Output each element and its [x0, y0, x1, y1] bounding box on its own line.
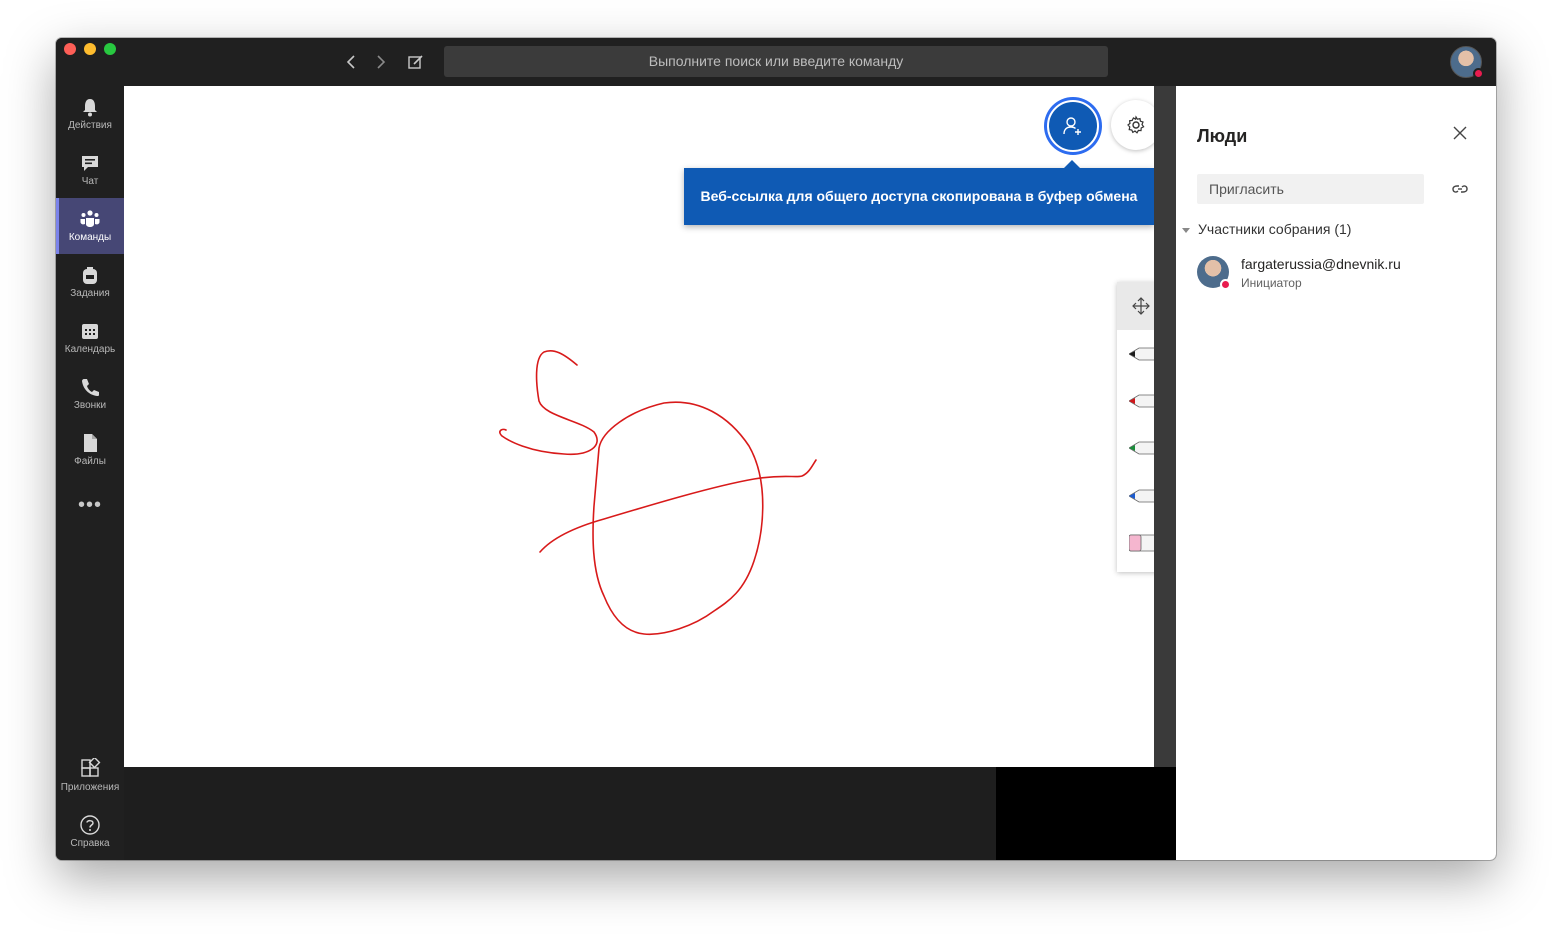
- video-preview: [996, 767, 1176, 860]
- invite-people-button[interactable]: [1047, 100, 1099, 152]
- phone-icon: [82, 379, 99, 396]
- teams-icon: [80, 210, 100, 227]
- rail-label: Действия: [68, 120, 112, 131]
- more-apps-button[interactable]: •••: [56, 494, 124, 517]
- participant-role: Инициатор: [1241, 276, 1302, 290]
- presence-busy-icon: [1220, 279, 1231, 290]
- rail-label: Приложения: [60, 782, 120, 793]
- ink-stroke-s: [499, 349, 598, 456]
- rail-item-calendar[interactable]: Календарь: [56, 310, 124, 366]
- presence-busy-icon: [1473, 68, 1484, 79]
- rail-item-assignments[interactable]: Задания: [56, 254, 124, 310]
- backpack-icon: [83, 267, 97, 284]
- rail-item-activity[interactable]: Действия: [56, 86, 124, 142]
- rail-label: Файлы: [74, 456, 106, 467]
- user-avatar[interactable]: [1450, 46, 1484, 79]
- rail-label: Задания: [70, 288, 110, 299]
- participant-avatar: [1197, 256, 1231, 290]
- rail-label: Команды: [68, 232, 112, 243]
- window-maximize-button[interactable]: [104, 43, 116, 55]
- rail-item-apps[interactable]: Приложения: [56, 748, 124, 804]
- window-close-button[interactable]: [64, 43, 76, 55]
- link-copied-toast: Веб-ссылка для общего доступа скопирован…: [684, 160, 1154, 225]
- invite-people-input[interactable]: Пригласить: [1197, 174, 1424, 204]
- title-bar: Выполните поиск или введите команду: [56, 38, 1496, 86]
- help-icon: [80, 815, 100, 835]
- meeting-bottom-bar: [124, 767, 996, 860]
- file-icon: [84, 434, 97, 452]
- rail-label: Звонки: [73, 400, 107, 411]
- people-panel: Люди Пригласить Участники собрания (1) f…: [1176, 86, 1496, 860]
- bell-icon: [83, 99, 97, 117]
- section-count: (1): [1334, 221, 1352, 237]
- compose-icon[interactable]: [406, 52, 426, 72]
- move-arrows-icon: [1132, 297, 1150, 315]
- rail-item-chat[interactable]: Чат: [56, 142, 124, 198]
- ink-stroke-line: [539, 459, 817, 553]
- teams-window: Выполните поиск или введите команду Дейс…: [56, 38, 1496, 860]
- search-input[interactable]: Выполните поиск или введите команду: [444, 46, 1108, 77]
- section-label: Участники собрания: [1198, 221, 1331, 237]
- back-arrow-icon[interactable]: [342, 52, 362, 72]
- participant-item[interactable]: fargaterussia@dnevnik.ru Инициатор: [1197, 256, 1487, 296]
- add-person-icon: [1063, 117, 1081, 135]
- rail-label: Справка: [70, 838, 110, 849]
- close-icon[interactable]: [1450, 124, 1470, 144]
- rail-item-help[interactable]: Справка: [56, 804, 124, 860]
- participants-section-toggle[interactable]: Участники собрания (1): [1182, 221, 1351, 237]
- app-rail: Действия Чат Команды Задания Календарь З…: [56, 86, 124, 860]
- forward-arrow-icon[interactable]: [370, 52, 390, 72]
- calendar-icon: [82, 324, 98, 339]
- canvas-scrollbar[interactable]: [1154, 86, 1176, 767]
- gear-icon: [1127, 115, 1145, 134]
- rail-item-calls[interactable]: Звонки: [56, 366, 124, 422]
- rail-label: Чат: [81, 176, 99, 187]
- panel-title: Люди: [1197, 126, 1248, 146]
- participant-name: fargaterussia@dnevnik.ru: [1241, 256, 1401, 272]
- apps-icon: [81, 758, 101, 777]
- chevron-down-icon: [1182, 227, 1190, 233]
- window-minimize-button[interactable]: [84, 43, 96, 55]
- chat-icon: [82, 156, 98, 171]
- ink-stroke-o: [592, 401, 764, 636]
- rail-label: Календарь: [64, 344, 116, 355]
- rail-item-files[interactable]: Файлы: [56, 422, 124, 478]
- rail-item-teams[interactable]: Команды: [56, 198, 124, 254]
- copy-link-icon[interactable]: [1450, 179, 1470, 199]
- whiteboard-canvas[interactable]: Веб-ссылка для общего доступа скопирован…: [124, 86, 1165, 767]
